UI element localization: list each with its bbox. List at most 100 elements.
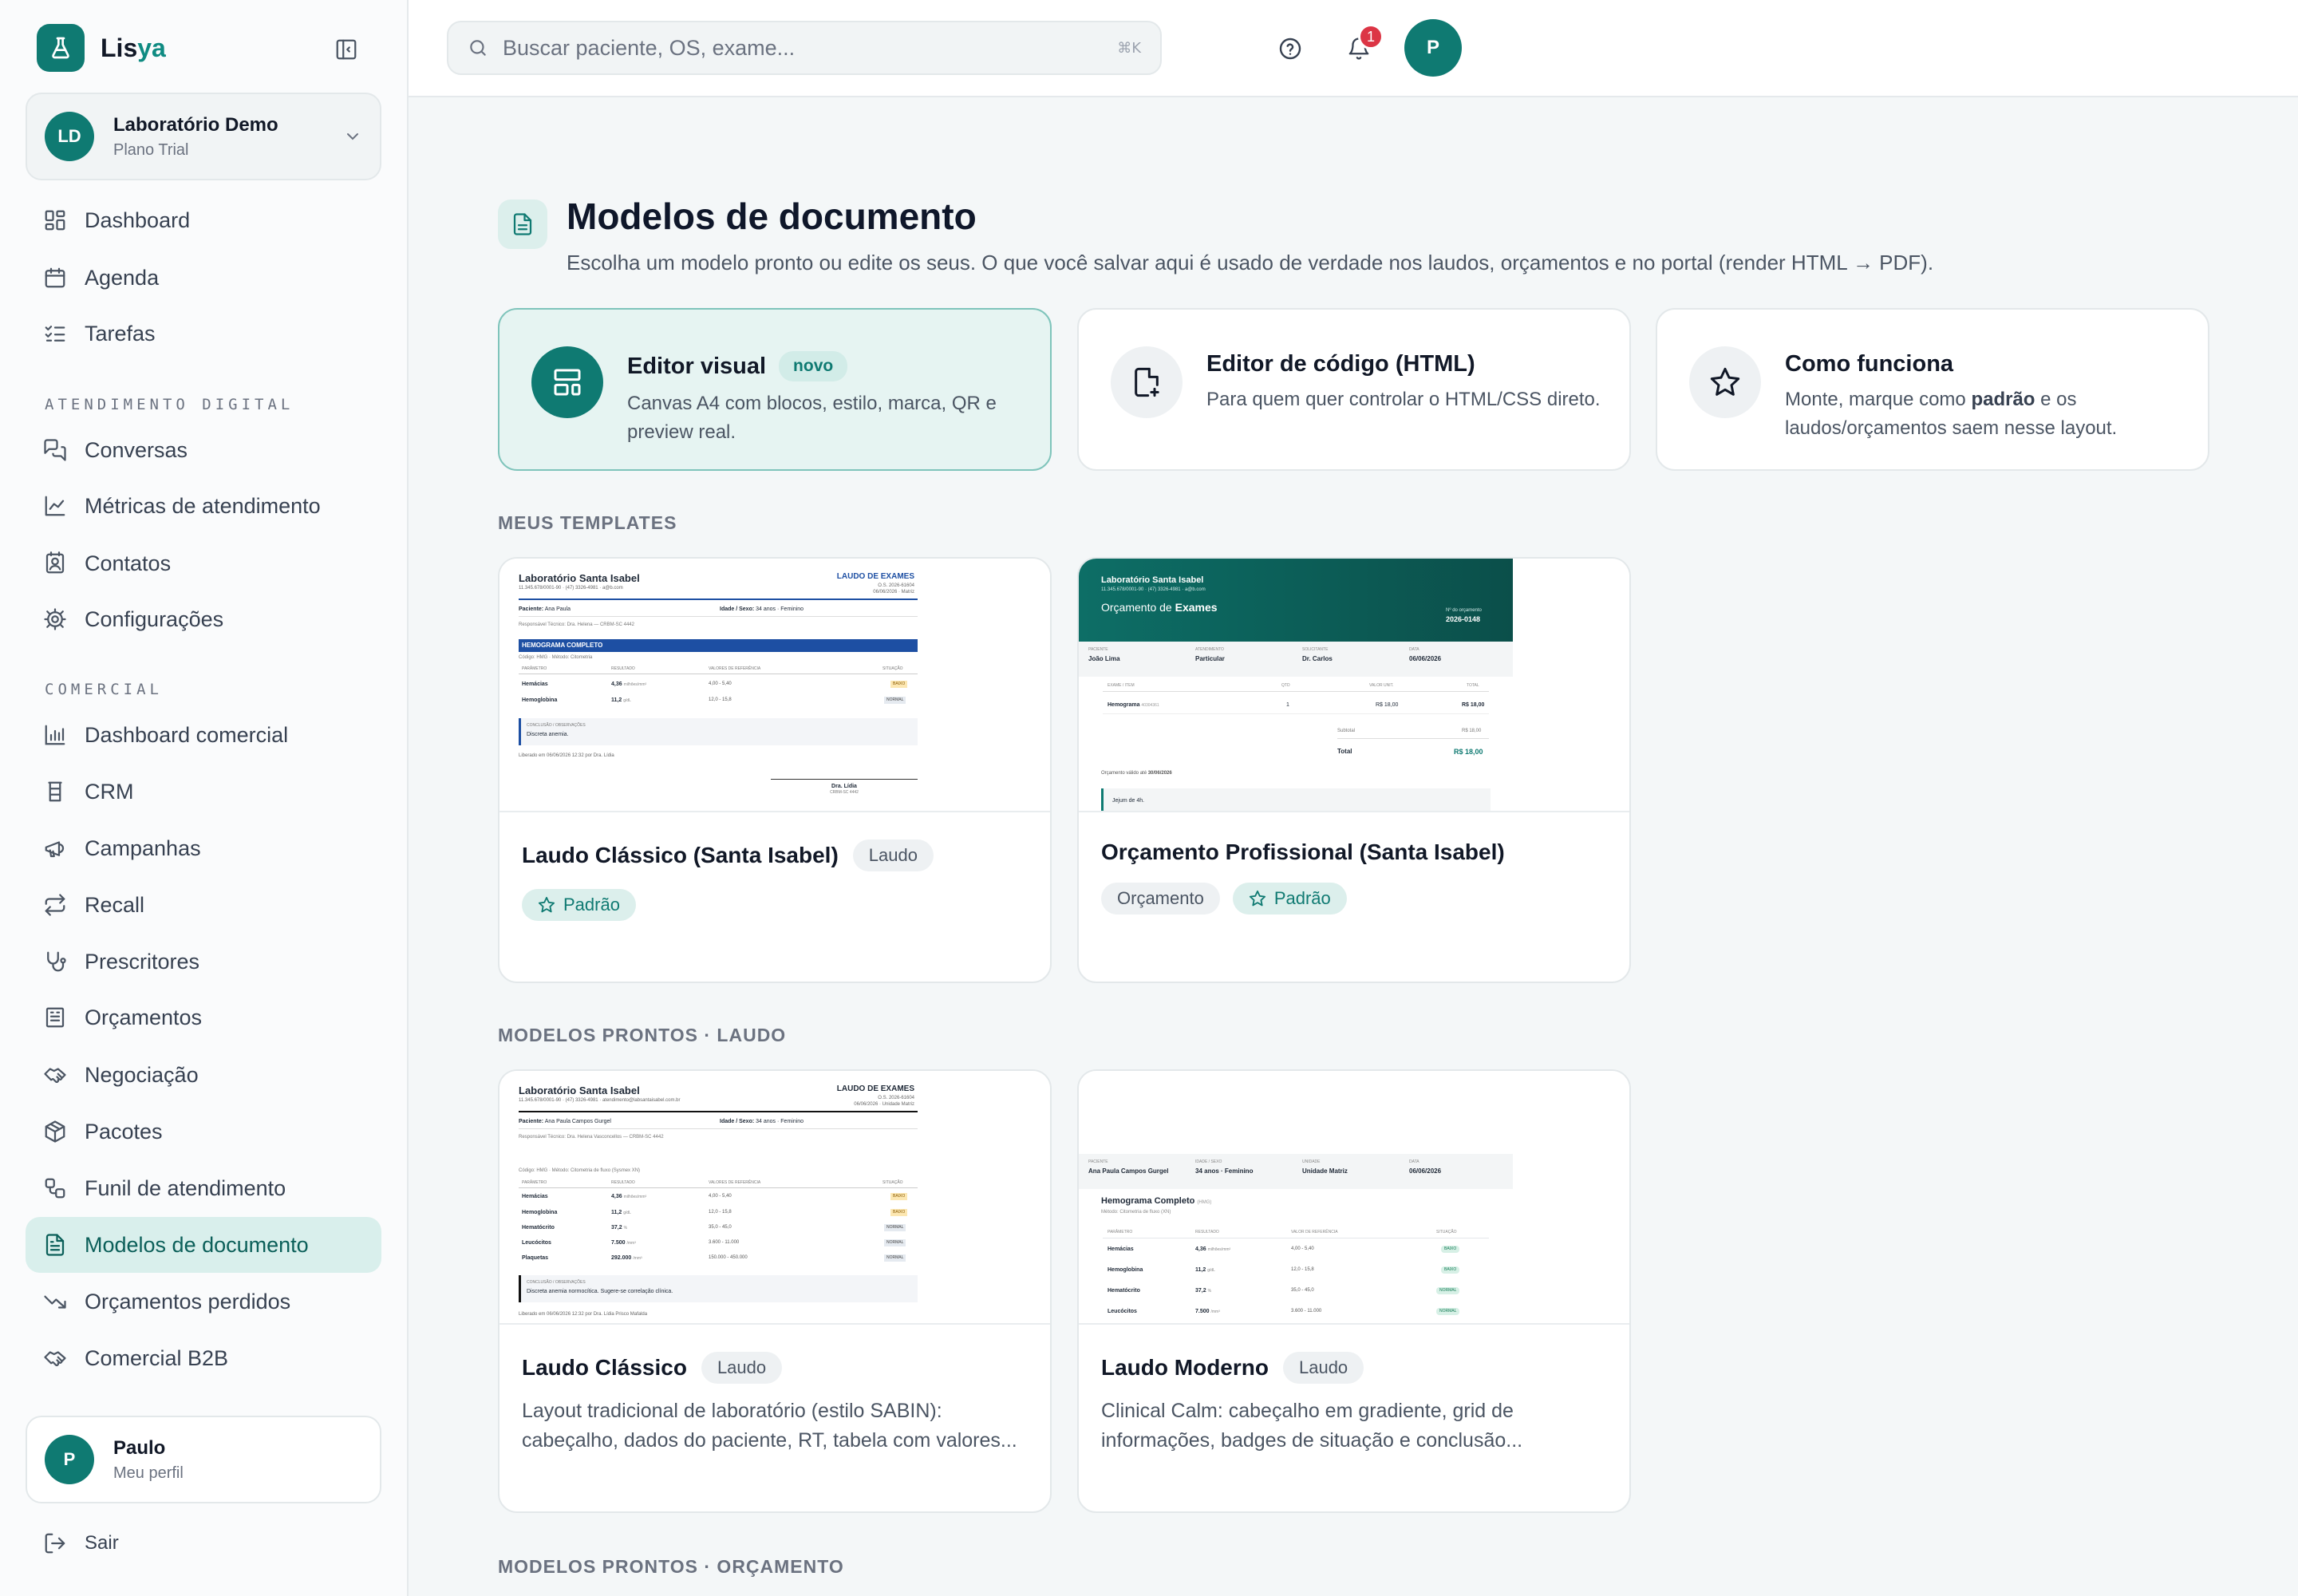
- package-icon: [45, 1120, 65, 1143]
- template-type-tag: Laudo: [1282, 1352, 1364, 1384]
- sidebar-item-modelos-documento[interactable]: Modelos de documento: [26, 1217, 381, 1273]
- stethoscope-icon: [47, 951, 66, 972]
- template-title: Laudo Moderno: [1101, 1355, 1269, 1380]
- logout-button[interactable]: Sair: [43, 1527, 119, 1559]
- template-preview: PACIENTE Ana Paula Campos Gurgel IDADE /…: [1079, 1071, 1629, 1325]
- search-icon: [470, 40, 486, 56]
- new-badge: novo: [779, 351, 848, 381]
- sidebar-item-label: Funil de atendimento: [85, 1175, 286, 1200]
- org-name: Laboratório Demo: [113, 113, 278, 136]
- sidebar-item-label: Configurações: [85, 606, 224, 631]
- code-editor-card[interactable]: Editor de código (HTML) Para quem quer c…: [1077, 308, 1631, 471]
- template-preview: Laboratório Santa Isabel 11.345.678/0001…: [499, 1071, 1050, 1325]
- sidebar-item-label: Orçamentos perdidos: [85, 1289, 291, 1314]
- feature-title: Como funciona: [1785, 351, 1954, 377]
- sidebar-item-orcamentos-perdidos[interactable]: Orçamentos perdidos: [26, 1274, 381, 1329]
- sidebar-item-label: Orçamentos: [85, 1005, 203, 1029]
- section-title-comercial: COMERCIAL: [45, 681, 163, 698]
- org-switcher[interactable]: LD Laboratório Demo Plano Trial: [26, 93, 381, 180]
- sidebar-item-dashboard-comercial[interactable]: Dashboard comercial: [26, 707, 381, 763]
- visual-editor-card[interactable]: Editor visual novo Canvas A4 com blocos, …: [498, 308, 1052, 471]
- gear-icon: [44, 608, 66, 630]
- sidebar-item-conversas[interactable]: Conversas: [26, 422, 381, 478]
- template-title: Orçamento Profissional (Santa Isabel): [1101, 839, 1505, 864]
- sidebar-item-orcamentos[interactable]: Orçamentos: [26, 990, 381, 1045]
- template-card[interactable]: Laboratório Santa Isabel 11.345.678/0001…: [1077, 557, 1631, 983]
- sidebar-item-dashboard[interactable]: Dashboard: [26, 192, 381, 248]
- repeat-icon: [45, 894, 65, 916]
- log-out-icon: [45, 1533, 65, 1554]
- sidebar-item-label: Dashboard: [85, 207, 191, 232]
- sidebar-item-contatos[interactable]: Contatos: [26, 535, 381, 591]
- kanban-icon: [48, 781, 62, 802]
- sidebar-item-recall[interactable]: Recall: [26, 877, 381, 933]
- file-plus-icon: [1111, 346, 1183, 418]
- feature-description: Para quem quer controlar o HTML/CSS dire…: [1206, 389, 1601, 410]
- sidebar-item-campanhas[interactable]: Campanhas: [26, 820, 381, 876]
- section-orcamento-templates: MODELOS PRONTOS · ORÇAMENTO: [498, 1556, 844, 1577]
- avatar: P: [45, 1435, 94, 1484]
- org-avatar: LD: [45, 112, 94, 161]
- template-description: Layout tradicional de laboratório (estil…: [522, 1400, 1017, 1452]
- search-bar[interactable]: ⌘K: [447, 21, 1162, 75]
- sidebar-item-label: Negociação: [85, 1062, 199, 1087]
- list-checks-icon: [45, 326, 65, 342]
- template-preview: Laboratório Santa Isabel 11.345.678/0001…: [1079, 559, 1629, 812]
- sidebar-item-label: Agenda: [85, 265, 160, 290]
- sidebar-item-negociacao[interactable]: Negociação: [26, 1047, 381, 1103]
- how-it-works-card[interactable]: Como funciona Monte, marque como padrão …: [1656, 308, 2209, 471]
- sidebar-item-label: Recall: [85, 892, 145, 917]
- sidebar-item-tarefas[interactable]: Tarefas: [26, 306, 381, 361]
- handshake-icon: [44, 1351, 66, 1367]
- sidebar-item-label: Pacotes: [85, 1119, 163, 1144]
- line-chart-icon: [45, 496, 65, 516]
- sidebar-item-label: Métricas de atendimento: [85, 493, 321, 518]
- template-card[interactable]: Laboratório Santa Isabel 11.345.678/0001…: [498, 557, 1052, 983]
- brand[interactable]: Lisya: [37, 24, 166, 72]
- template-preview: Laboratório Santa Isabel 11.345.678/0001…: [499, 559, 1050, 812]
- sidebar-item-label: CRM: [85, 779, 134, 804]
- feature-title: Editor de código (HTML): [1206, 351, 1475, 377]
- help-circle-icon: [1279, 38, 1301, 60]
- user-subtitle: Meu perfil: [113, 1464, 184, 1482]
- sidebar-item-prescritores[interactable]: Prescritores: [26, 934, 381, 990]
- panel-left-icon: [336, 39, 357, 60]
- section-my-templates: MEUS TEMPLATES: [498, 512, 677, 533]
- sidebar-item-pacotes[interactable]: Pacotes: [26, 1104, 381, 1159]
- sidebar-item-label: Comercial B2B: [85, 1345, 229, 1370]
- sidebar-collapse-button[interactable]: [330, 34, 362, 65]
- sidebar-item-crm[interactable]: CRM: [26, 764, 381, 820]
- sidebar-item-metricas[interactable]: Métricas de atendimento: [26, 478, 381, 534]
- sidebar-item-comercial-b2b[interactable]: Comercial B2B: [26, 1330, 381, 1386]
- default-badge: Padrão: [522, 889, 636, 921]
- topbar: ⌘K 1 P: [409, 0, 2298, 97]
- brand-name: Lisya: [101, 33, 166, 62]
- search-input[interactable]: [503, 35, 1118, 61]
- sidebar-item-funil[interactable]: Funil de atendimento: [26, 1160, 381, 1216]
- trending-down-icon: [44, 1295, 66, 1309]
- workflow-icon: [45, 1178, 65, 1199]
- search-shortcut: ⌘K: [1117, 39, 1141, 57]
- org-plan: Plano Trial: [113, 140, 189, 159]
- sidebar-item-configuracoes[interactable]: Configurações: [26, 591, 381, 647]
- template-type-tag: Orçamento: [1101, 883, 1220, 915]
- star-icon: [538, 896, 555, 913]
- megaphone-icon: [45, 841, 65, 858]
- sidebar-item-label: Modelos de documento: [85, 1232, 309, 1257]
- template-card[interactable]: Laboratório Santa Isabel 11.345.678/0001…: [498, 1069, 1052, 1513]
- template-type-tag: Laudo: [852, 839, 934, 871]
- page-title: Modelos de documento: [567, 196, 977, 237]
- section-laudo-templates: MODELOS PRONTOS · LAUDO: [498, 1025, 787, 1045]
- file-text-icon: [45, 1234, 65, 1256]
- template-card[interactable]: PACIENTE Ana Paula Campos Gurgel IDADE /…: [1077, 1069, 1631, 1513]
- feature-description: Canvas A4 com blocos, estilo, marca, QR …: [627, 393, 997, 443]
- user-profile[interactable]: P Paulo Meu perfil: [26, 1416, 381, 1503]
- sidebar-item-agenda[interactable]: Agenda: [26, 250, 381, 306]
- file-text-icon: [498, 200, 547, 249]
- contact-icon: [45, 551, 65, 574]
- help-button[interactable]: [1272, 30, 1309, 67]
- feature-description: Monte, marque como padrão e os laudos/or…: [1785, 389, 2118, 439]
- user-avatar-button[interactable]: P: [1404, 19, 1462, 77]
- bar-chart-icon: [45, 725, 65, 745]
- handshake-icon: [44, 1068, 66, 1084]
